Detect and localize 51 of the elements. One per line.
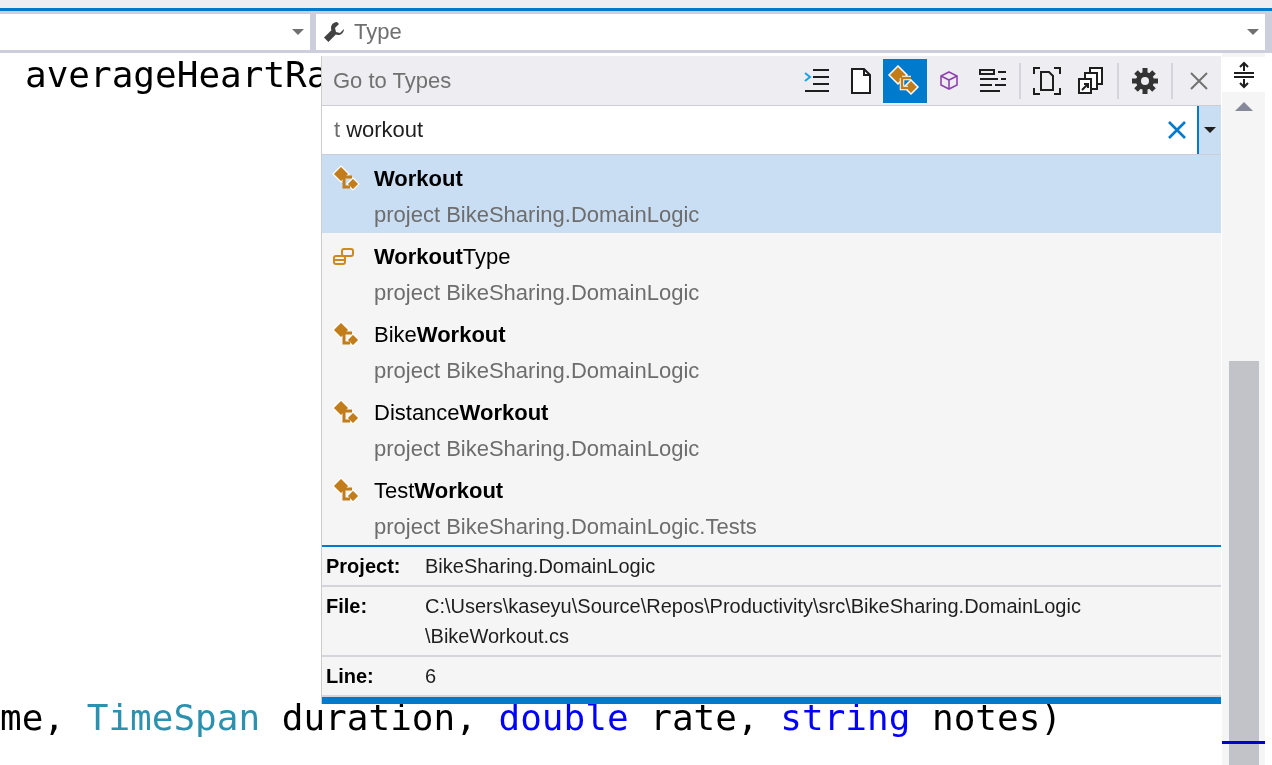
result-item[interactable]: DistanceWorkout project BikeSharing.DomainLogic — [322, 389, 1221, 467]
caret-position-marker — [1222, 741, 1265, 744]
result-project: project BikeSharing.DomainLogic — [374, 435, 700, 463]
detail-value: 6 — [425, 664, 437, 689]
documents-icon — [1076, 65, 1106, 96]
vertical-scrollbar[interactable] — [1222, 53, 1265, 765]
code-line: averageHeartRa — [25, 57, 329, 93]
bracketed-document-icon — [1032, 65, 1062, 96]
detail-value: BikeSharing.DomainLogic — [425, 554, 656, 579]
result-item[interactable]: TestWorkout project BikeSharing.DomainLogic.Tests — [322, 467, 1221, 545]
split-arrows-icon — [1231, 60, 1256, 89]
result-name: DistanceWorkout — [374, 399, 549, 427]
result-project: project BikeSharing.DomainLogic — [374, 201, 700, 229]
scrollbar-thumb[interactable] — [1228, 361, 1259, 765]
class-icon — [332, 165, 362, 193]
dropdown-arrow-icon — [1247, 29, 1259, 35]
class-icon — [332, 321, 362, 349]
member-dropdown[interactable]: Type — [316, 14, 1265, 50]
type-icon — [888, 64, 922, 97]
result-item[interactable]: BikeWorkout project BikeSharing.DomainLogic — [322, 311, 1221, 389]
clear-icon[interactable] — [1167, 120, 1187, 140]
file-icon — [849, 66, 873, 95]
detail-value: C:\Users\kaseyu\Source\Repos\Productivity\src\BikeSharing.DomainLogic\BikeWorkout.cs — [425, 594, 1082, 649]
text-lines-icon — [978, 67, 1008, 94]
caret-icon — [1204, 127, 1216, 133]
enum-icon — [332, 247, 356, 267]
cube-icon — [938, 69, 960, 92]
type-button[interactable] — [883, 58, 927, 103]
members-filter-icon — [803, 67, 831, 94]
result-name: Workout — [374, 165, 463, 193]
dropdown-arrow-icon — [292, 29, 304, 35]
class-icon — [332, 399, 362, 427]
splitter-button[interactable] — [1222, 57, 1265, 92]
detail-label: Line: — [326, 664, 374, 689]
popup-title: Go to Types — [332, 67, 453, 94]
detail-label: File: — [326, 594, 368, 619]
close-icon — [1190, 71, 1208, 90]
result-item[interactable]: WorkoutType project BikeSharing.DomainLogic — [322, 233, 1221, 311]
history-dropdown-button[interactable] — [1197, 106, 1221, 154]
result-item[interactable]: Workout project BikeSharing.DomainLogic — [322, 155, 1221, 233]
result-project: project BikeSharing.DomainLogic — [374, 357, 700, 385]
settings-icon — [1130, 65, 1160, 96]
result-name: BikeWorkout — [374, 321, 506, 349]
wrench-icon — [322, 20, 346, 44]
result-name: TestWorkout — [374, 477, 504, 505]
result-name: WorkoutType — [374, 243, 511, 271]
result-project: project BikeSharing.DomainLogic — [374, 279, 700, 307]
class-icon — [332, 477, 362, 505]
scroll-up-icon[interactable] — [1234, 102, 1253, 111]
result-project: project BikeSharing.DomainLogic.Tests — [374, 513, 757, 541]
detail-label: Project: — [326, 554, 401, 579]
